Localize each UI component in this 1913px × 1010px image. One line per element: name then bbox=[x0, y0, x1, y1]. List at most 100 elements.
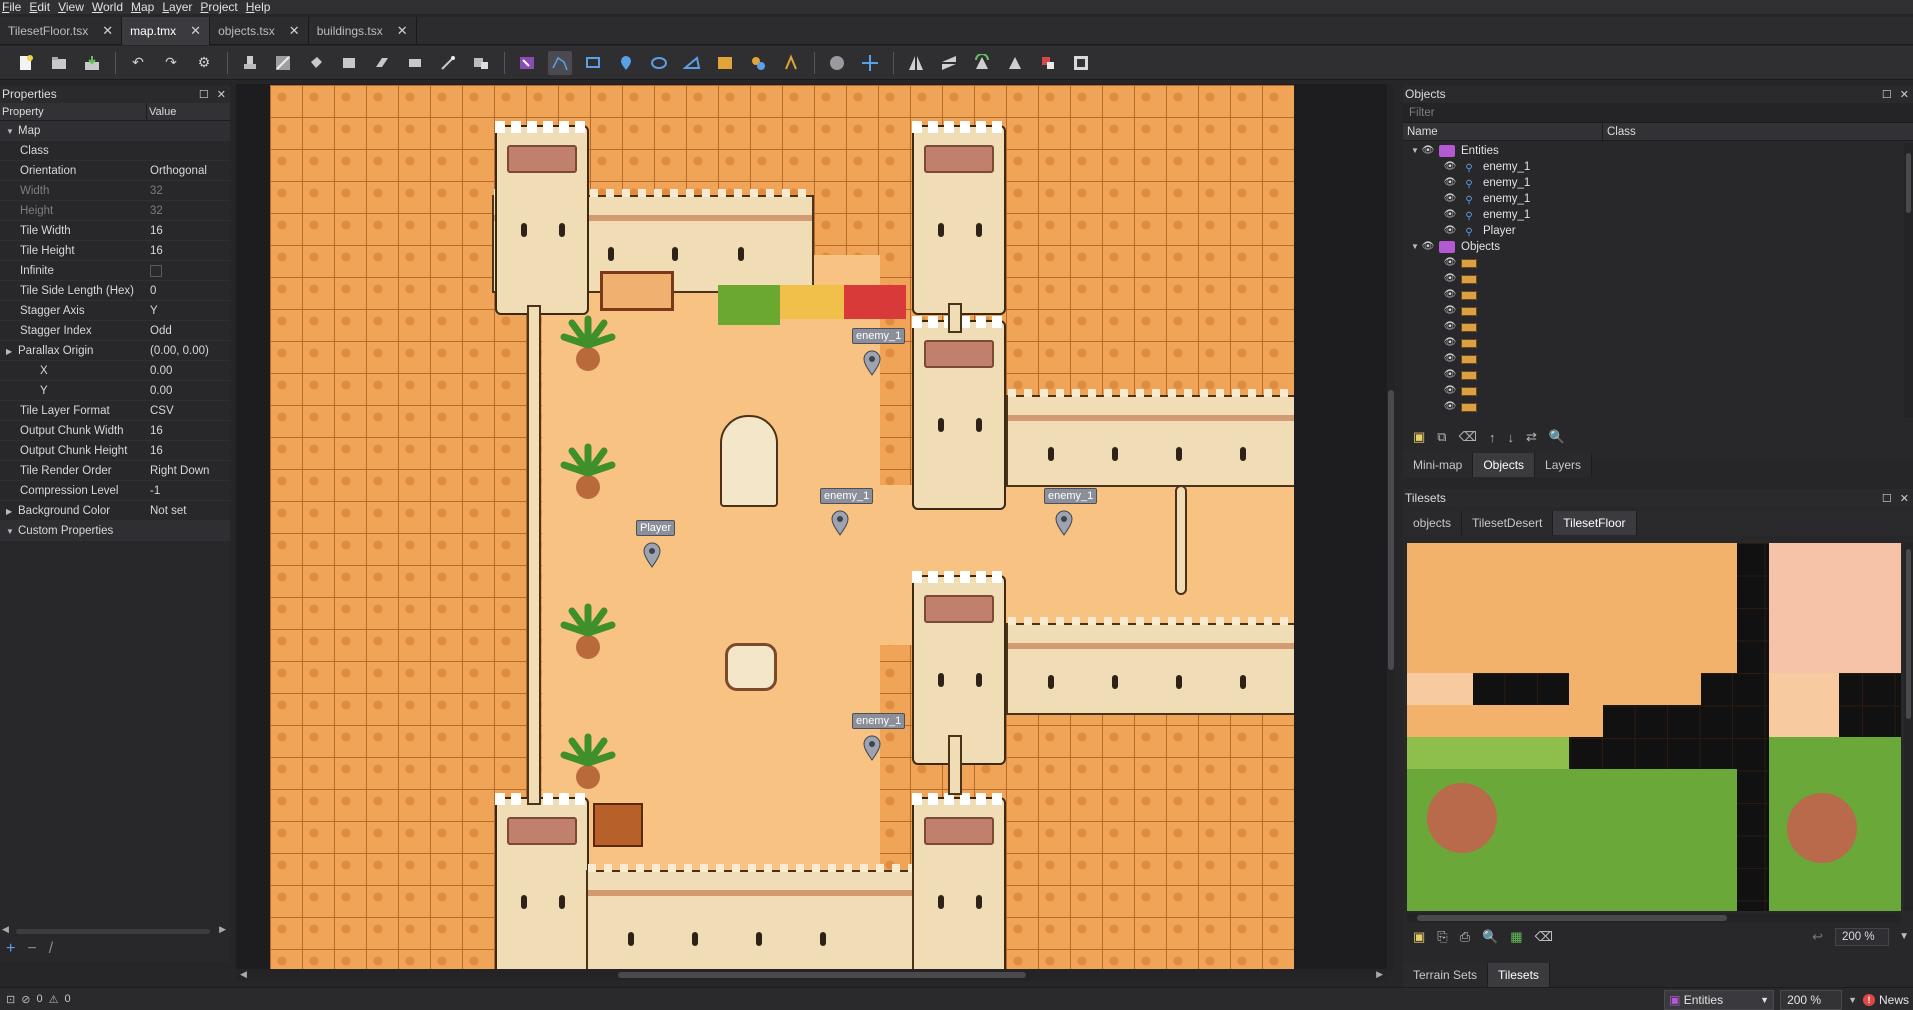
close-icon[interactable]: ✕ bbox=[190, 23, 201, 39]
property-row[interactable]: Infinite bbox=[0, 261, 230, 281]
object-row[interactable]: 👁 ⚲ enemy_1 bbox=[1403, 159, 1913, 175]
tileset-view[interactable] bbox=[1407, 543, 1901, 911]
current-layer-select[interactable]: ▣ Entities ▼ bbox=[1664, 989, 1775, 1010]
insert-polygon-icon[interactable] bbox=[680, 51, 704, 75]
save-icon[interactable] bbox=[80, 51, 104, 75]
object-row[interactable]: 👁 bbox=[1403, 319, 1913, 335]
property-value[interactable]: 0.00 bbox=[147, 361, 230, 380]
scroll-thumb[interactable] bbox=[618, 972, 1026, 978]
scroll-thumb[interactable] bbox=[1906, 153, 1911, 213]
move-down-icon[interactable]: ↓ bbox=[1507, 430, 1514, 445]
insert-rectangle-icon[interactable] bbox=[581, 51, 605, 75]
remove-icon[interactable]: ⌫ bbox=[1459, 429, 1477, 445]
close-icon[interactable]: ✕ bbox=[1900, 88, 1909, 101]
move-map-icon[interactable] bbox=[858, 51, 882, 75]
rotate-left-icon[interactable] bbox=[970, 51, 994, 75]
tile-sand-block[interactable] bbox=[1407, 543, 1737, 673]
tile-grass-edge[interactable] bbox=[1407, 737, 1569, 769]
property-row[interactable]: Y 0.00 bbox=[0, 381, 230, 401]
insert-tile-icon[interactable] bbox=[713, 51, 737, 75]
property-row[interactable]: Stagger Axis Y bbox=[0, 301, 230, 321]
chevron-down-icon[interactable]: ▼ bbox=[1409, 239, 1421, 255]
float-icon[interactable]: ☐ bbox=[1882, 492, 1892, 505]
select-objects-icon[interactable] bbox=[515, 51, 539, 75]
tile-light-sand[interactable] bbox=[1407, 673, 1473, 705]
tab-tilesetdesert[interactable]: TilesetDesert bbox=[1462, 511, 1554, 535]
commands-icon[interactable]: ⚙ bbox=[192, 51, 216, 75]
property-row[interactable]: Tile Layer Format CSV bbox=[0, 401, 230, 421]
property-value[interactable]: 0 bbox=[147, 281, 230, 300]
tab-layers[interactable]: Layers bbox=[1535, 453, 1593, 477]
object-row[interactable]: 👁 bbox=[1403, 383, 1913, 399]
property-value[interactable]: 16 bbox=[147, 441, 230, 460]
property-value[interactable]: (0.00, 0.00) bbox=[147, 341, 230, 360]
menu-view[interactable]: View bbox=[56, 0, 90, 14]
eye-icon[interactable]: 👁 bbox=[1443, 207, 1457, 223]
tile-pink-block[interactable] bbox=[1769, 543, 1901, 673]
col-class[interactable]: Class bbox=[1603, 123, 1636, 140]
close-icon[interactable]: ✕ bbox=[289, 23, 300, 39]
property-value[interactable]: 16 bbox=[147, 221, 230, 240]
float-icon[interactable]: ☐ bbox=[1882, 88, 1892, 101]
new-tileset-icon[interactable]: ▣ bbox=[1413, 929, 1425, 945]
scroll-thumb[interactable] bbox=[1388, 390, 1394, 670]
chevron-right-icon[interactable]: ▶ bbox=[6, 502, 18, 520]
random-mode-icon[interactable] bbox=[1036, 51, 1060, 75]
menu-help[interactable]: Help bbox=[244, 0, 277, 14]
eye-icon[interactable]: 👁 bbox=[1443, 255, 1457, 271]
error-icon[interactable]: ⊘ bbox=[21, 993, 30, 1006]
property-row[interactable]: ▶ Background Color Not set bbox=[0, 501, 230, 521]
eye-icon[interactable]: 👁 bbox=[1443, 367, 1457, 383]
eye-icon[interactable]: 👁 bbox=[1443, 175, 1457, 191]
property-value[interactable] bbox=[147, 141, 230, 160]
eye-icon[interactable]: 👁 bbox=[1443, 191, 1457, 207]
object-row[interactable]: 👁 bbox=[1403, 351, 1913, 367]
tab-tilesetfloor[interactable]: TilesetFloor.tsx ✕ bbox=[0, 17, 123, 45]
wang-fill-icon[interactable] bbox=[1069, 51, 1093, 75]
stamp-brush-icon[interactable] bbox=[238, 51, 262, 75]
menu-map[interactable]: Map bbox=[129, 0, 160, 14]
embed-tileset-icon[interactable]: ⎘ bbox=[1437, 929, 1447, 945]
properties-icon[interactable]: 🔍 bbox=[1549, 429, 1565, 445]
properties-hscrollbar[interactable]: ◀ ▶ bbox=[2, 924, 226, 936]
infinite-checkbox[interactable] bbox=[150, 264, 162, 277]
property-value[interactable] bbox=[147, 261, 230, 280]
tile-dirt-right[interactable] bbox=[1787, 793, 1857, 863]
tab-objects[interactable]: objects.tsx ✕ bbox=[210, 17, 309, 45]
map-vertical-scrollbar[interactable] bbox=[1387, 85, 1395, 971]
property-row[interactable]: Output Chunk Width 16 bbox=[0, 421, 230, 441]
property-row[interactable]: Tile Width 16 bbox=[0, 221, 230, 241]
add-property-icon[interactable]: + bbox=[6, 940, 15, 958]
scroll-thumb[interactable] bbox=[16, 929, 210, 934]
tileset-vscrollbar[interactable] bbox=[1904, 543, 1913, 911]
property-row[interactable]: Class bbox=[0, 141, 230, 161]
eye-icon[interactable]: 👁 bbox=[1443, 287, 1457, 303]
property-row[interactable]: ▼ Custom Properties bbox=[0, 521, 230, 541]
property-row[interactable]: ▶ Parallax Origin (0.00, 0.00) bbox=[0, 341, 230, 361]
map-horizontal-scrollbar[interactable]: ◀ ▶ bbox=[236, 969, 1387, 981]
menu-project[interactable]: Project bbox=[198, 0, 243, 14]
object-row[interactable]: 👁 bbox=[1403, 255, 1913, 271]
close-icon[interactable]: ✕ bbox=[217, 88, 226, 101]
console-icon[interactable]: ⊡ bbox=[6, 993, 15, 1006]
tile-dirt-patch[interactable] bbox=[1427, 783, 1497, 853]
object-row[interactable]: 👁 bbox=[1403, 287, 1913, 303]
property-row[interactable]: Stagger Index Odd bbox=[0, 321, 230, 341]
redo-icon[interactable]: ↷ bbox=[159, 51, 183, 75]
property-row[interactable]: Width 32 bbox=[0, 181, 230, 201]
select-same-icon[interactable] bbox=[469, 51, 493, 75]
export-tileset-icon[interactable]: ⎙ bbox=[1460, 929, 1470, 945]
col-value[interactable]: Value bbox=[147, 103, 176, 120]
undo-icon[interactable]: ↩ bbox=[1812, 929, 1823, 945]
property-value[interactable]: 0.00 bbox=[147, 381, 230, 400]
insert-point-icon[interactable] bbox=[614, 51, 638, 75]
edit-tileset-icon[interactable]: 🔍 bbox=[1482, 929, 1498, 945]
menu-world[interactable]: World bbox=[90, 0, 129, 14]
property-value[interactable]: Right Down bbox=[147, 461, 230, 480]
tileset-hscrollbar[interactable] bbox=[1407, 913, 1901, 923]
chevron-down-icon[interactable]: ▼ bbox=[6, 522, 18, 540]
scroll-right-icon[interactable]: ▶ bbox=[219, 924, 226, 935]
news-button[interactable]: ! News bbox=[1862, 993, 1909, 1007]
object-row[interactable]: 👁 bbox=[1403, 271, 1913, 287]
scroll-thumb[interactable] bbox=[1906, 549, 1911, 719]
